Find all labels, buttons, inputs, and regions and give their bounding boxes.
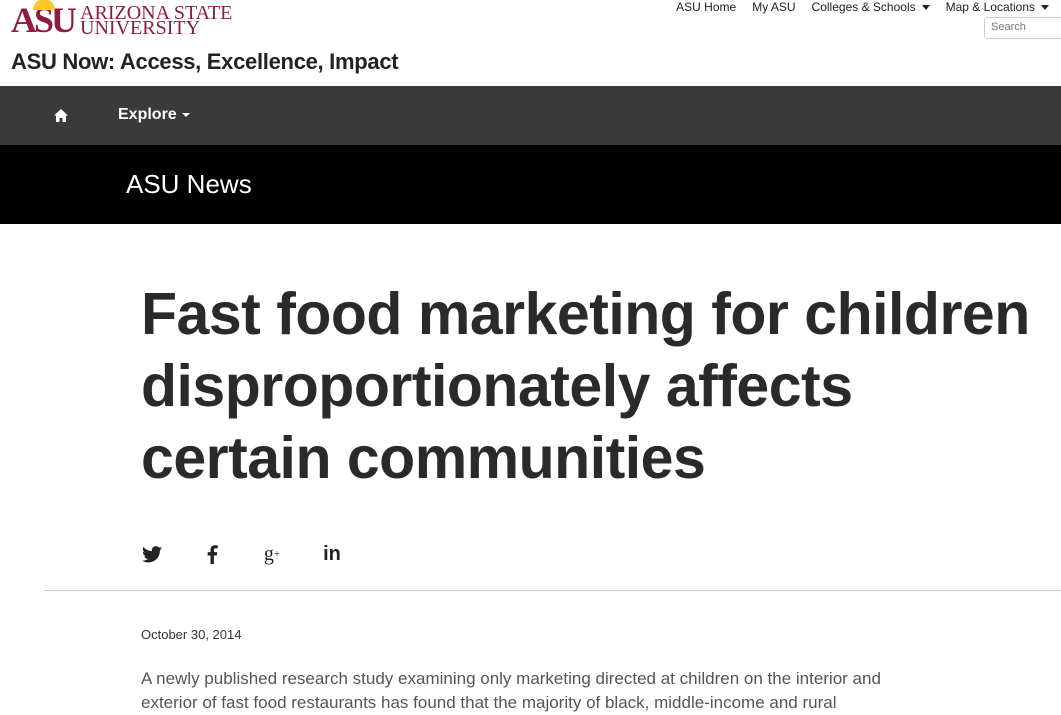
asu-home-link[interactable]: ASU Home <box>676 0 736 14</box>
map-locations-link[interactable]: Map & Locations <box>946 0 1049 14</box>
twitter-icon[interactable] <box>141 541 163 567</box>
article-body: A newly published research study examini… <box>141 669 881 712</box>
facebook-icon[interactable] <box>201 541 223 567</box>
main-navbar: Explore <box>0 86 1061 145</box>
asu-logo[interactable]: ASU ARIZONA STATE UNIVERSITY <box>11 0 232 38</box>
colleges-schools-label: Colleges & Schools <box>811 0 916 14</box>
divider <box>44 590 1061 591</box>
logo-mark: ASU <box>11 0 77 38</box>
search-input[interactable]: Search <box>984 17 1061 39</box>
logo-wordmark: ARIZONA STATE UNIVERSITY <box>80 3 232 38</box>
article-date: October 30, 2014 <box>141 627 242 642</box>
linkedin-icon[interactable]: in <box>321 541 343 567</box>
search-placeholder: Search <box>991 21 1026 33</box>
my-asu-link[interactable]: My ASU <box>752 0 795 14</box>
explore-menu[interactable]: Explore <box>118 106 190 124</box>
article-headline: Fast food marketing for children disprop… <box>141 281 1030 491</box>
logo-sunburst <box>33 0 55 10</box>
utility-nav: ASU Home My ASU Colleges & Schools Map &… <box>660 0 1061 14</box>
section-title[interactable]: ASU News <box>126 169 252 200</box>
caret-down-icon <box>181 112 190 117</box>
caret-down-icon <box>921 5 930 11</box>
site-header: ASU ARIZONA STATE UNIVERSITY ASU Now: Ac… <box>0 0 1061 86</box>
site-title[interactable]: ASU Now: Access, Excellence, Impact <box>11 49 399 75</box>
caret-down-icon <box>1041 5 1049 11</box>
explore-label: Explore <box>118 106 177 123</box>
share-bar: g + in <box>141 541 381 567</box>
map-locations-label: Map & Locations <box>945 0 1035 14</box>
home-icon[interactable] <box>54 109 68 122</box>
colleges-schools-link[interactable]: Colleges & Schools <box>812 0 930 14</box>
section-banner: ASU News <box>0 145 1061 224</box>
google-plus-icon[interactable]: g + <box>261 541 283 567</box>
